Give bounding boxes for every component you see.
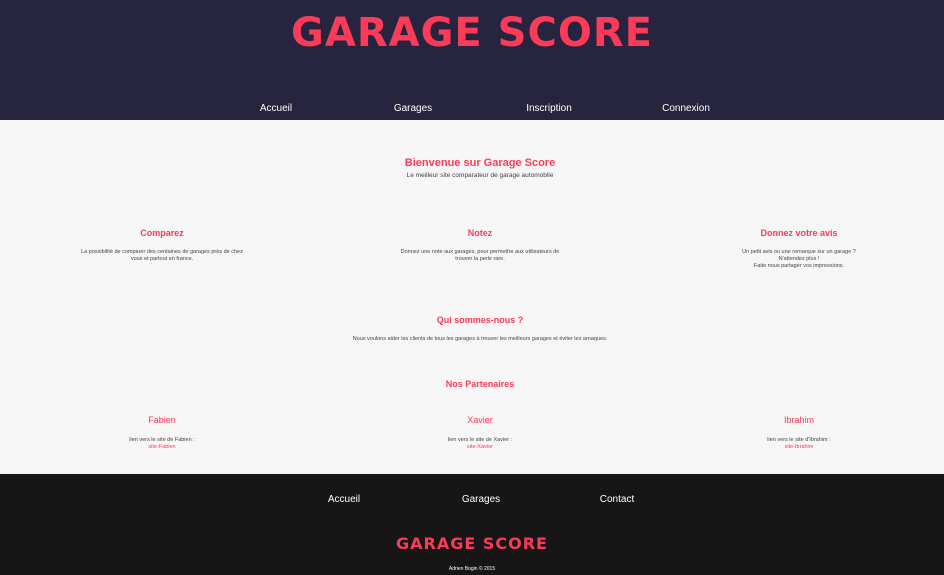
site-footer: Accueil Garages Contact GARAGE SCORE Adr… — [0, 474, 944, 575]
feature-rate-text: Donnez une note aux garages, pour permet… — [400, 249, 560, 262]
feature-review-title: Donnez votre avis — [760, 228, 838, 238]
nav-inscription[interactable]: Inscription — [526, 103, 572, 114]
about-text: Nous voulons aider les clients de tous l… — [352, 336, 608, 342]
feature-compare-text: La possibilité de comparer des centaines… — [81, 249, 243, 262]
partners-title: Nos Partenaires — [445, 379, 515, 389]
partner-caption-xavier: lien vers le site de Xavier : — [447, 437, 513, 443]
partner-link-ibrahim[interactable]: site-Ibrahim — [785, 444, 814, 451]
about-title: Qui sommes-nous ? — [436, 315, 524, 325]
welcome-title: Bienvenue sur Garage Score — [404, 157, 556, 169]
partner-link-xavier[interactable]: site-Xavier — [467, 444, 493, 451]
footer-logo: GARAGE SCORE — [396, 534, 548, 553]
welcome-subtitle: Le meilleur site comparateur de garage a… — [406, 172, 554, 179]
partner-name-fabien: Fabien — [148, 415, 176, 425]
partner-name-ibrahim: Ibrahim — [783, 415, 815, 425]
feature-rate-title: Notez — [467, 228, 493, 238]
nav-connexion[interactable]: Connexion — [662, 103, 710, 114]
feature-review-text: Un petit avis ou une remarque sur un gar… — [742, 249, 856, 269]
partner-caption-ibrahim: lien vers le site d'Ibrahim : — [767, 437, 831, 443]
copyright: Adrien Bogin © 2015 — [448, 566, 496, 572]
nav-garages[interactable]: Garages — [394, 103, 432, 114]
nav-accueil[interactable]: Accueil — [260, 103, 292, 114]
footer-nav-contact[interactable]: Contact — [600, 494, 634, 505]
partner-caption-fabien: lien vers le site de Fabien : — [129, 437, 195, 443]
footer-nav-garages[interactable]: Garages — [462, 494, 500, 505]
partner-name-xavier: Xavier — [467, 415, 493, 425]
footer-nav-accueil[interactable]: Accueil — [328, 494, 360, 505]
partner-link-fabien[interactable]: site-Fabien — [148, 444, 175, 451]
site-logo[interactable]: GARAGE SCORE — [0, 10, 944, 56]
site-header: GARAGE SCORE Accueil Garages Inscription… — [0, 0, 944, 120]
feature-compare-title: Comparez — [140, 228, 184, 238]
